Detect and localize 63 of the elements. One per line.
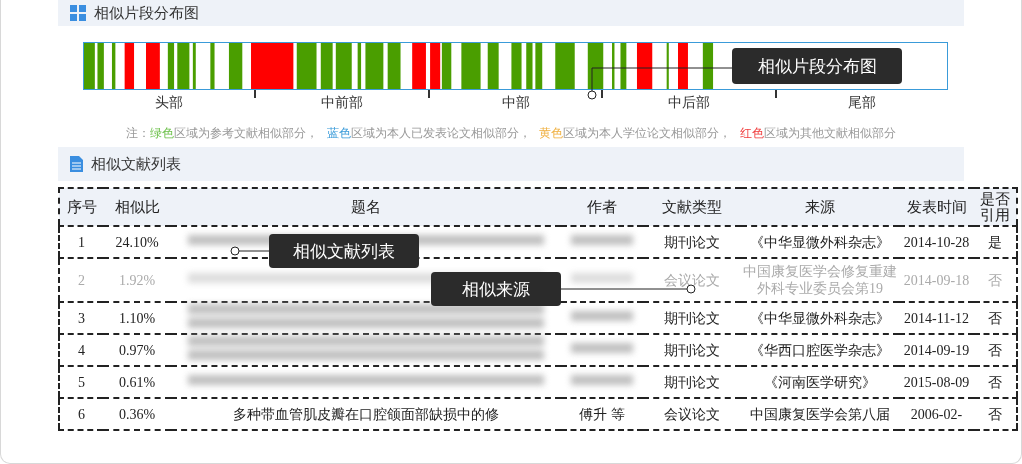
table-cell: 2014-09-18 — [899, 258, 974, 302]
table-cell: 期刊论文 — [643, 334, 741, 366]
table-cell: 是 — [974, 226, 1017, 258]
document-icon — [70, 156, 83, 172]
column-header: 来源 — [741, 188, 899, 226]
section-label: 尾部 — [848, 94, 877, 112]
table-cell: 傅升 等 — [579, 406, 625, 422]
callout-label: 相似片段分布图 — [732, 48, 902, 84]
table-cell: 2 — [59, 258, 103, 302]
column-header: 题名 — [171, 188, 561, 226]
section-tick — [427, 90, 430, 98]
column-header: 作者 — [561, 188, 643, 226]
column-header: 发表时间 — [899, 188, 974, 226]
section-tick — [774, 90, 777, 98]
legend-note: 注：绿色区域为参考文献相似部分， 蓝色区域为本人已发表论文相似部分， 黄色区域为本人学位论文相似部分， 红色区域为其他文献相似部分 — [125, 126, 897, 141]
table-cell: 1.10% — [103, 302, 171, 334]
table-cell: 多种带血管肌皮瓣在口腔颌面部缺损中的修 — [233, 406, 499, 422]
table-cell: 期刊论文 — [643, 366, 741, 398]
table-cell: 否 — [974, 398, 1017, 430]
section-label: 中部 — [501, 94, 530, 112]
table-cell: 《中华显微外科杂志》 — [741, 226, 899, 258]
callout-label: 相似来源 — [431, 272, 561, 306]
table-cell: 1.92% — [103, 258, 171, 302]
table-cell: 《中华显微外科杂志》 — [741, 302, 899, 334]
table-cell: 中国康复医学会修复重建外科专业委员会第19 — [741, 258, 899, 302]
section-label: 头部 — [154, 94, 183, 112]
table-cell: 0.36% — [103, 398, 171, 430]
column-header: 序号 — [59, 188, 103, 226]
table-cell: 4 — [59, 334, 103, 366]
column-header: 文献类型 — [643, 188, 741, 226]
section-label: 中前部 — [321, 94, 364, 112]
table-cell: 《华西口腔医学杂志》 — [741, 334, 899, 366]
table-cell: 会议论文 — [643, 258, 741, 302]
table-cell: 5 — [59, 366, 103, 398]
table-cell: 期刊论文 — [643, 226, 741, 258]
table-cell: 中国康复医学会第八届 — [741, 398, 899, 430]
grid-icon — [70, 5, 86, 21]
section-title: 相似文献列表 — [91, 154, 181, 174]
table-cell: 《河南医学研究》 — [741, 366, 899, 398]
section-tick — [254, 90, 257, 98]
table-cell: 0.97% — [103, 334, 171, 366]
section-tick — [601, 90, 604, 98]
callout-label: 相似文献列表 — [269, 234, 419, 268]
table-cell: 2015-08-09 — [899, 366, 974, 398]
table-cell: 0.61% — [103, 366, 171, 398]
table-cell: 3 — [59, 302, 103, 334]
section-label: 中后部 — [667, 94, 710, 112]
table-cell: 否 — [974, 302, 1017, 334]
table-cell: 会议论文 — [643, 398, 741, 430]
table-cell: 否 — [974, 366, 1017, 398]
column-header: 相似比 — [103, 188, 171, 226]
table-cell: 否 — [974, 334, 1017, 366]
table-cell: 期刊论文 — [643, 302, 741, 334]
table-cell: 2014-11-12 — [899, 302, 974, 334]
table-cell: 1 — [59, 226, 103, 258]
table-cell: 24.10% — [103, 226, 171, 258]
table-cell: 6 — [59, 398, 103, 430]
column-header: 是否引用 — [974, 188, 1017, 226]
table-cell: 否 — [974, 258, 1017, 302]
table-cell: 2014-09-19 — [899, 334, 974, 366]
table-cell: 2006-02- — [899, 398, 974, 430]
section-title: 相似片段分布图 — [94, 3, 199, 23]
table-cell: 2014-10-28 — [899, 226, 974, 258]
